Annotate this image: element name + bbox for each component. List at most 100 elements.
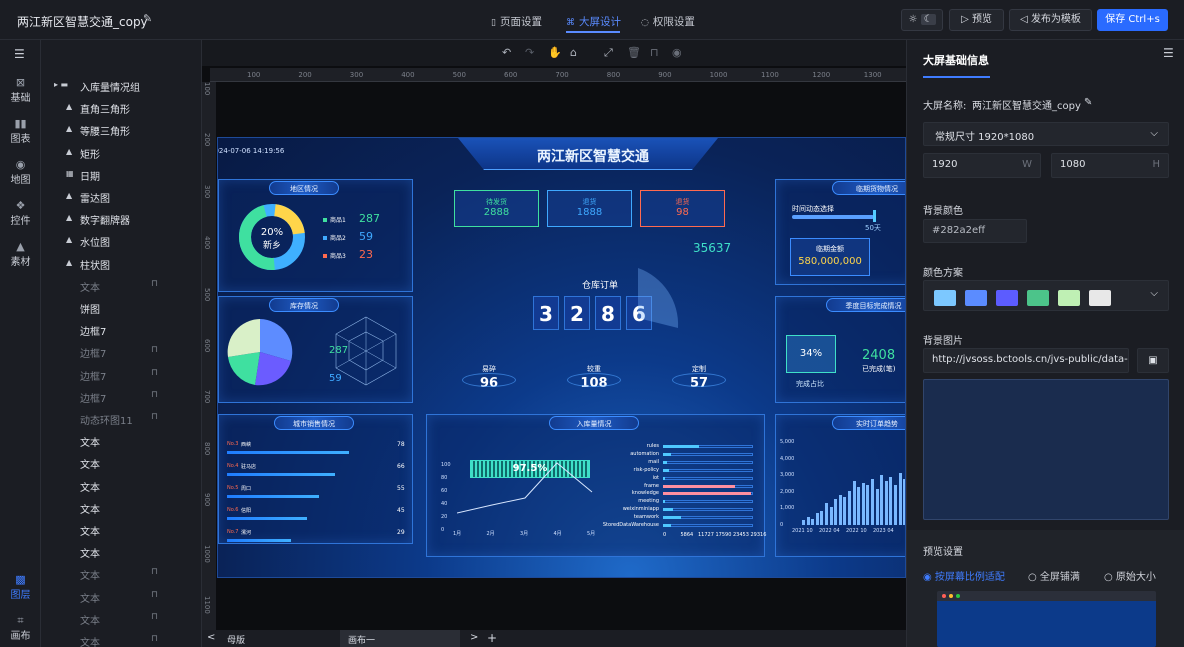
bg-color-input[interactable]: #282a2eff <box>923 219 1027 243</box>
publish-template-button[interactable]: ◁ 发布为模板 <box>1009 9 1092 31</box>
width-input[interactable]: 1920 W <box>923 153 1041 178</box>
tab-page-settings[interactable]: ▯ 页面设置 <box>491 14 542 29</box>
lock-icon[interactable]: ⊓ <box>151 345 158 355</box>
add-page-icon[interactable]: + <box>487 631 497 645</box>
page-icon: ▯ <box>491 18 496 28</box>
moon-icon[interactable]: ☾ <box>920 14 936 25</box>
lock-icon[interactable]: ⊓ <box>151 390 158 400</box>
layer-item[interactable]: ▲ 矩形 <box>41 142 201 164</box>
collapse-icon[interactable]: ☰ <box>14 47 25 61</box>
bg-image-url[interactable]: http://jvsoss.bctools.cn/jvs-public/data… <box>923 348 1129 373</box>
layer-item[interactable]: 文本 ⊓ <box>41 586 201 608</box>
size-select[interactable]: 常规尺寸 1920*1080 ⌵ <box>923 122 1169 146</box>
color-swatch[interactable] <box>1027 290 1049 306</box>
layer-item[interactable]: 边框7 ⊓ <box>41 386 201 408</box>
next-icon[interactable]: > <box>470 632 478 643</box>
preview-button[interactable]: ▷ 预览 <box>949 9 1004 31</box>
slider-label: 时间动态选择 <box>792 205 834 213</box>
undo-icon[interactable]: ↶ <box>502 46 511 59</box>
time-slider[interactable] <box>792 215 874 219</box>
layer-item[interactable]: 文本 <box>41 497 201 519</box>
nav-charts[interactable]: ▮▮ 图表 <box>0 117 41 145</box>
image-upload-icon[interactable]: ▣ <box>1137 348 1169 373</box>
lock-icon[interactable]: ⊓ <box>151 590 158 600</box>
layer-item[interactable]: ▲ 数字翻牌器 <box>41 208 201 230</box>
tab-master[interactable]: 母版 <box>227 633 245 646</box>
layer-item[interactable]: 文本 <box>41 475 201 497</box>
layer-item[interactable]: 文本 ⊓ <box>41 563 201 585</box>
stat-pedestal <box>567 373 621 387</box>
lock-icon[interactable]: ⊓ <box>151 612 158 622</box>
sun-icon[interactable]: ☼ <box>908 14 917 25</box>
layer-item[interactable]: 文本 ⊓ <box>41 275 201 297</box>
delete-icon[interactable]: 🗑 <box>627 46 641 59</box>
resize-icon[interactable]: ⤢ <box>604 46 613 60</box>
edit-icon[interactable]: ✎ <box>1084 97 1092 108</box>
save-button[interactable]: 保存 Ctrl+s <box>1097 9 1168 31</box>
lock-icon[interactable]: ⊓ <box>151 412 158 422</box>
lock-icon[interactable]: ⊓ <box>151 368 158 378</box>
color-scheme-select[interactable]: ⌵ <box>923 280 1169 311</box>
nav-controls[interactable]: ❖ 控件 <box>0 199 41 227</box>
layer-item[interactable]: ▲ 等腰三角形 <box>41 119 201 141</box>
sales-bar <box>227 495 319 498</box>
layer-item[interactable]: 文本 ⊓ <box>41 608 201 630</box>
layer-label: 边框7 <box>80 393 107 405</box>
layer-item[interactable]: 边框7 ⊓ <box>41 341 201 363</box>
layer-item[interactable]: ▦ 日期 <box>41 164 201 186</box>
nav-assets[interactable]: ▲ 素材 <box>0 240 41 268</box>
nav-map[interactable]: ◉ 地图 <box>0 158 41 186</box>
color-swatch[interactable] <box>1089 290 1111 306</box>
layer-item[interactable]: 文本 <box>41 519 201 541</box>
panel-title: 入库量情况 <box>549 416 639 430</box>
lock-icon[interactable]: ⊓ <box>151 634 158 644</box>
layer-item[interactable]: 文本 <box>41 452 201 474</box>
layer-item[interactable]: ▲ 柱状图 <box>41 253 201 275</box>
layer-item[interactable]: 饼图 <box>41 297 201 319</box>
dashboard-screen[interactable]: 两江新区智慧交通 2024-07-06 14:19:56 地区情况 20% 新乡… <box>217 137 906 578</box>
color-swatch[interactable] <box>934 290 956 306</box>
layer-label: 文本 <box>80 504 100 516</box>
color-swatch[interactable] <box>965 290 987 306</box>
radio-fit-ratio[interactable]: ◉ 按屏幕比例适配 <box>923 568 1005 583</box>
prev-icon[interactable]: < <box>207 632 215 643</box>
nav-layers[interactable]: ▩ 图层 <box>0 573 41 601</box>
layer-item[interactable]: 文本 <box>41 541 201 563</box>
tab-permissions[interactable]: ◌ 权限设置 <box>641 14 695 29</box>
redo-icon[interactable]: ↷ <box>525 46 534 59</box>
layer-item[interactable]: 边框7 ⊓ <box>41 364 201 386</box>
layer-item[interactable]: 文本 <box>41 430 201 452</box>
canvas-area[interactable]: ↶ ↷ ✋ ⌂ ⤢ 🗑 ⊓ ◉ 100 200 300 400 500 600 700 800… <box>202 40 906 647</box>
layer-item[interactable]: 边框7 <box>41 319 201 341</box>
color-swatch[interactable] <box>996 290 1018 306</box>
eye-icon[interactable]: ◉ <box>672 46 682 59</box>
legend-name: 商品3 <box>330 253 346 260</box>
layer-item[interactable]: 动态环图11 ⊓ <box>41 408 201 430</box>
height-input[interactable]: 1080 H <box>1051 153 1169 178</box>
nav-canvas[interactable]: ⌗ 画布 <box>0 614 41 642</box>
tab-canvas-one[interactable]: 画布一 <box>340 630 460 647</box>
tab-screen-design[interactable]: ⌘ 大屏设计 <box>566 14 621 29</box>
theme-toggle[interactable]: ☼ ☾ <box>901 9 943 31</box>
layer-item[interactable]: ▲ 雷达图 <box>41 186 201 208</box>
color-swatch[interactable] <box>1058 290 1080 306</box>
dot-red <box>942 594 946 598</box>
hand-icon[interactable]: ✋ <box>548 46 562 59</box>
edit-icon[interactable]: ✎ <box>143 12 152 25</box>
layer-item[interactable]: ▸ ▬ 入库量情况组 <box>41 75 201 97</box>
radio-original[interactable]: ○ 原始大小 <box>1104 568 1156 583</box>
panel-tab[interactable]: 大屏基础信息 <box>923 52 989 68</box>
lock-icon[interactable]: ⊓ <box>151 567 158 577</box>
layer-item[interactable]: ▲ 水位图 <box>41 230 201 252</box>
menu-icon[interactable]: ☰ <box>1163 46 1174 60</box>
slider-handle[interactable] <box>873 210 876 222</box>
radio-fullscreen[interactable]: ○ 全屏铺满 <box>1028 568 1080 583</box>
top-bar: 两江新区智慧交通_copy ✎ ▯ 页面设置 ⌘ 大屏设计 ◌ 权限设置 ☼ ☾ ▷ … <box>0 0 1184 40</box>
layer-item[interactable]: ▲ 直角三角形 <box>41 97 201 119</box>
nav-basic[interactable]: ⊠ 基础 <box>0 76 41 104</box>
page-tabs-bar: < 母版 画布一 > + <box>202 630 906 647</box>
layer-item[interactable]: 文本 ⊓ <box>41 630 201 647</box>
lock-icon[interactable]: ⊓ <box>650 46 659 59</box>
home-icon[interactable]: ⌂ <box>570 46 577 59</box>
lock-icon[interactable]: ⊓ <box>151 279 158 289</box>
